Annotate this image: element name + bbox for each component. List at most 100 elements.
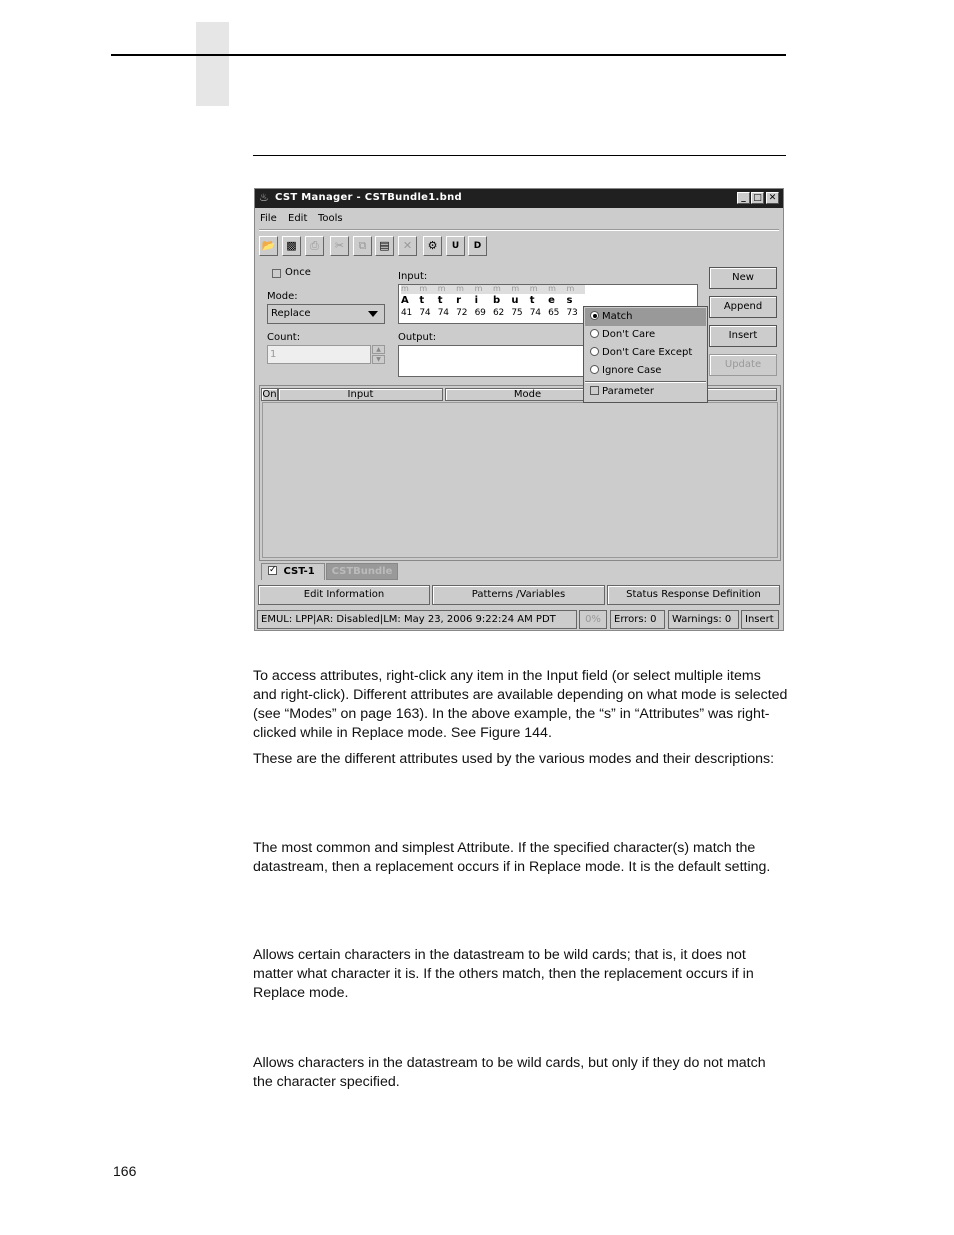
input-hex-cell[interactable]: 75 (511, 308, 529, 318)
input-marker-cell[interactable]: m (401, 285, 419, 294)
spin-down-button[interactable]: ▼ (372, 355, 385, 364)
status-progress: 0% (579, 610, 607, 629)
attribute-context-menu: Match Don't Care Don't Care Except Ignor… (583, 306, 708, 403)
tools-icon[interactable]: ⚙ (423, 236, 442, 256)
input-char-cell[interactable]: t (419, 295, 437, 306)
mode-select[interactable]: Replace (267, 304, 385, 324)
input-marker-cell[interactable]: m (511, 285, 529, 294)
input-char-cell[interactable]: s (567, 295, 585, 306)
menu-edit[interactable]: Edit (288, 213, 307, 224)
new-button[interactable]: New (709, 267, 777, 289)
input-char-cell[interactable]: u (511, 295, 529, 306)
maximize-button[interactable]: □ (751, 192, 764, 204)
input-marker-cell[interactable]: m (456, 285, 474, 294)
input-char-cell[interactable]: e (548, 295, 566, 306)
title-bar: ♨ CST Manager - CSTBundle1.bnd _ □ ✕ (255, 189, 783, 208)
menu-separator (259, 229, 779, 231)
menu-item-dont-care[interactable]: Don't Care (585, 326, 706, 344)
radio-icon (590, 329, 599, 338)
input-char-cell[interactable]: A (401, 295, 419, 306)
column-header-on[interactable]: On (261, 388, 278, 401)
paragraph-dont-care-description: Allows certain characters in the datastr… (253, 947, 754, 1001)
download-icon[interactable]: D (468, 236, 487, 256)
input-marker-cell[interactable]: m (493, 285, 511, 294)
column-header-input[interactable]: Input (278, 388, 443, 401)
count-input[interactable]: 1 (267, 345, 371, 364)
input-hex-cell[interactable]: 74 (530, 308, 548, 318)
tab-label: CST-1 (283, 566, 315, 577)
menu-item-label: Ignore Case (602, 365, 662, 376)
window-title: CST Manager - CSTBundle1.bnd (275, 192, 462, 203)
spin-up-button[interactable]: ▲ (372, 345, 385, 354)
header-rule (111, 54, 786, 56)
status-response-definition-button[interactable]: Status Response Definition (607, 585, 780, 605)
menu-item-dont-care-except[interactable]: Don't Care Except (585, 344, 706, 362)
checkmark-icon: ✓ (268, 565, 277, 575)
cst-manager-window: ♨ CST Manager - CSTBundle1.bnd _ □ ✕ Fil… (254, 188, 784, 631)
section-rule (253, 155, 786, 156)
minimize-button[interactable]: _ (737, 192, 750, 204)
input-marker-cell[interactable]: m (530, 285, 548, 294)
input-hex-cell[interactable]: 41 (401, 308, 419, 318)
input-marker-cell[interactable]: m (567, 285, 585, 294)
mode-value: Replace (271, 308, 311, 319)
input-char-cell[interactable]: t (438, 295, 456, 306)
table-body (262, 402, 778, 558)
count-value: 1 (270, 349, 277, 360)
input-char-cell[interactable]: i (475, 295, 493, 306)
paragraph-dont-care-except-description: Allows characters in the datastream to b… (253, 1055, 766, 1090)
save-icon[interactable]: ▩ (282, 236, 301, 256)
once-checkbox[interactable] (272, 269, 281, 278)
menu-item-ignore-case[interactable]: Ignore Case (585, 362, 706, 380)
tab-cstbundle[interactable]: CSTBundle (326, 563, 398, 580)
open-folder-icon[interactable]: 📂 (259, 236, 278, 256)
input-hex-cell[interactable]: 62 (493, 308, 511, 318)
output-label: Output: (398, 332, 437, 343)
menu-tools[interactable]: Tools (318, 213, 343, 224)
input-char-cell[interactable]: t (530, 295, 548, 306)
print-icon[interactable]: ⎙ (305, 236, 324, 256)
append-button[interactable]: Append (709, 296, 777, 318)
menu-item-label: Parameter (602, 386, 655, 397)
input-hex-cell[interactable]: 69 (475, 308, 493, 318)
input-char-cell[interactable]: r (456, 295, 474, 306)
edit-information-button[interactable]: Edit Information (258, 585, 430, 605)
patterns-variables-button[interactable]: Patterns /Variables (432, 585, 605, 605)
chapter-tab (196, 22, 229, 106)
paragraph-match-description: The most common and simplest Attribute. … (253, 840, 771, 875)
chevron-down-icon (368, 311, 378, 317)
status-warnings: Warnings: 0 (668, 610, 739, 629)
hex-row: 41 74 74 72 69 62 75 74 65 73 (401, 308, 585, 318)
once-label: Once (285, 267, 311, 278)
input-marker-cell[interactable]: m (548, 285, 566, 294)
count-label: Count: (267, 332, 301, 343)
delete-icon[interactable]: ✕ (398, 236, 417, 256)
input-marker-cell[interactable]: m (475, 285, 493, 294)
tab-cst-1[interactable]: ✓ CST-1 (261, 563, 325, 580)
input-hex-cell[interactable]: 72 (456, 308, 474, 318)
cut-icon[interactable]: ✂ (330, 236, 349, 256)
menu-item-label: Don't Care (602, 329, 656, 340)
menu-item-parameter[interactable]: Parameter (585, 383, 706, 401)
radio-selected-icon (590, 311, 599, 320)
insert-button[interactable]: Insert (709, 325, 777, 347)
paste-icon[interactable]: ▤ (375, 236, 394, 256)
input-hex-cell[interactable]: 74 (438, 308, 456, 318)
copy-icon[interactable]: ⧉ (353, 236, 372, 256)
menu-file[interactable]: File (260, 213, 277, 224)
java-cup-icon: ♨ (259, 191, 269, 204)
menu-item-match[interactable]: Match (585, 308, 706, 326)
radio-icon (590, 365, 599, 374)
input-hex-cell[interactable]: 65 (548, 308, 566, 318)
cst-table: On Input Mode t (259, 385, 781, 561)
update-button[interactable]: Update (709, 354, 777, 376)
input-hex-cell[interactable]: 74 (419, 308, 437, 318)
input-marker-cell[interactable]: m (419, 285, 437, 294)
status-errors: Errors: 0 (610, 610, 665, 629)
upload-icon[interactable]: U (446, 236, 465, 256)
input-marker-cell[interactable]: m (438, 285, 456, 294)
input-char-cell[interactable]: b (493, 295, 511, 306)
close-button[interactable]: ✕ (766, 192, 779, 204)
status-insert-mode: Insert (741, 610, 779, 629)
input-label: Input: (398, 271, 428, 282)
